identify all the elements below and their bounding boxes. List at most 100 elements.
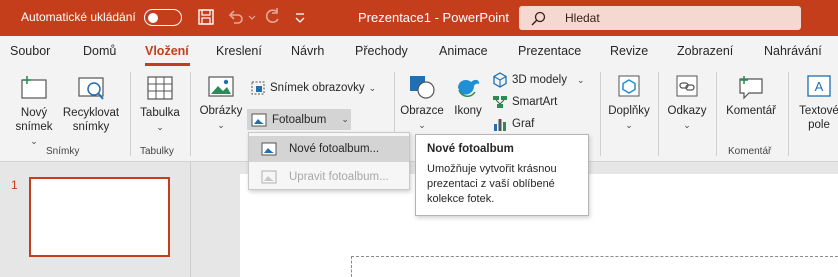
redo-icon[interactable] xyxy=(262,7,282,27)
slide-number: 1 xyxy=(11,178,18,192)
search-icon xyxy=(531,11,546,26)
undo-icon[interactable] xyxy=(226,7,246,27)
3d-models-button[interactable]: 3D modely ⌄ xyxy=(492,72,585,88)
chevron-down-icon: ⌄ xyxy=(683,120,691,130)
customize-toolbar-icon[interactable] xyxy=(290,7,310,27)
photo-album-label: Fotoalbum xyxy=(272,113,327,126)
autosave-label: Automatické ukládání xyxy=(21,10,136,24)
tab-recording[interactable]: Nahrávání xyxy=(764,44,822,58)
table-icon xyxy=(147,76,173,100)
menu-item-new-photo-album[interactable]: Nové fotoalbum... xyxy=(249,136,409,162)
group-separator xyxy=(190,72,191,156)
photo-album-icon xyxy=(261,142,277,156)
images-button[interactable]: Obrázky ⌄ xyxy=(198,74,244,132)
pane-divider[interactable] xyxy=(190,162,191,277)
photo-album-icon xyxy=(251,113,267,126)
tab-review[interactable]: Revize xyxy=(610,44,648,58)
smartart-button[interactable]: SmartArt xyxy=(492,94,557,110)
picture-icon xyxy=(208,76,234,97)
tab-file[interactable]: Soubor xyxy=(10,44,50,58)
title-placeholder[interactable] xyxy=(351,256,838,277)
tooltip-body: Umožňuje vytvořit krásnou prezentaci z v… xyxy=(427,163,557,205)
slide-thumbnail[interactable] xyxy=(29,177,170,257)
tooltip: Nové fotoalbum Umožňuje vytvořit krásnou… xyxy=(415,134,589,216)
addins-icon xyxy=(618,75,640,97)
chevron-down-icon: ⌄ xyxy=(30,136,38,146)
document-title: Prezentace1 - PowerPoint xyxy=(358,10,510,25)
tab-transitions[interactable]: Přechody xyxy=(355,44,408,58)
chevron-down-icon: ⌄ xyxy=(576,74,585,85)
group-label-tables: Tabulky xyxy=(140,146,174,157)
3d-models-label: 3D modely xyxy=(512,74,567,86)
table-label: Tabulka xyxy=(140,107,180,119)
tooltip-title: Nové fotoalbum xyxy=(427,143,514,155)
links-button[interactable]: Odkazy ⌄ xyxy=(664,74,710,132)
menu-item-label: Upravit fotoalbum... xyxy=(289,171,389,183)
group-separator xyxy=(788,72,789,156)
shapes-label: Obrazce xyxy=(400,105,444,117)
addins-label: Doplňky xyxy=(608,105,650,117)
reuse-slides-button[interactable]: Recyklovat snímky xyxy=(60,74,122,134)
tab-slideshow[interactable]: Prezentace xyxy=(518,44,581,58)
autosave-toggle[interactable] xyxy=(144,9,182,26)
save-icon[interactable] xyxy=(196,7,216,27)
chevron-down-icon: ⌄ xyxy=(418,120,426,130)
new-slide-label-2: snímek xyxy=(15,121,53,133)
icons-label: Ikony xyxy=(454,105,482,117)
textbox-button[interactable]: A Textové pole xyxy=(794,74,838,132)
chart-button[interactable]: Graf xyxy=(492,116,534,132)
title-bar: Automatické ukládání Prezentace1 - Power… xyxy=(0,0,838,36)
search-label: Hledat xyxy=(565,11,600,25)
group-separator xyxy=(716,72,717,156)
group-label-slides: Snímky xyxy=(46,146,80,157)
photo-album-menu: Nové fotoalbum... Upravit fotoalbum... xyxy=(248,132,410,190)
tab-home[interactable]: Domů xyxy=(83,44,116,58)
links-label: Odkazy xyxy=(667,105,707,117)
chart-label: Graf xyxy=(512,118,535,130)
icons-button[interactable]: Ikony xyxy=(450,74,486,118)
textbox-icon: A xyxy=(807,75,831,97)
ribbon-tabs: Soubor Domů Vložení Kreslení Návrh Přech… xyxy=(0,36,838,66)
shapes-icon xyxy=(410,76,435,99)
edit-photo-album-icon xyxy=(261,170,277,184)
chevron-down-icon: ⌄ xyxy=(156,122,164,132)
tab-insert[interactable]: Vložení xyxy=(145,44,189,58)
bird-icon xyxy=(458,79,480,97)
group-label-comments: Komentář xyxy=(728,146,772,157)
addins-button[interactable]: Doplňky ⌄ xyxy=(605,74,653,132)
photo-album-button[interactable]: Fotoalbum ⌄ xyxy=(247,109,351,130)
svg-text:A: A xyxy=(815,79,824,94)
chevron-down-icon: ⌄ xyxy=(625,120,633,130)
tab-design[interactable]: Návrh xyxy=(291,44,324,58)
group-separator xyxy=(658,72,659,156)
images-label: Obrázky xyxy=(199,105,243,117)
cube-icon xyxy=(493,72,507,88)
chevron-down-icon: ⌄ xyxy=(217,120,225,130)
reuse-slides-label-1: Recyklovat xyxy=(62,107,120,119)
tab-draw[interactable]: Kreslení xyxy=(216,44,262,58)
tab-animations[interactable]: Animace xyxy=(439,44,488,58)
comment-label: Komentář xyxy=(726,105,776,117)
comment-icon xyxy=(739,76,763,100)
new-slide-label-1: Nový xyxy=(20,107,48,119)
new-slide-icon xyxy=(21,76,47,99)
search-box[interactable]: Hledat xyxy=(519,6,801,30)
link-icon xyxy=(676,75,698,97)
screenshot-label: Snímek obrazovky xyxy=(270,82,365,94)
shapes-button[interactable]: Obrazce ⌄ xyxy=(398,74,446,132)
textbox-label-1: Textové xyxy=(799,105,838,117)
menu-item-label: Nové fotoalbum... xyxy=(289,143,380,155)
reuse-slides-icon xyxy=(78,77,104,100)
group-separator xyxy=(600,72,601,156)
tab-view[interactable]: Zobrazení xyxy=(677,44,733,58)
chevron-down-icon: ⌄ xyxy=(368,82,377,93)
reuse-slides-label-2: snímky xyxy=(72,121,110,133)
screenshot-icon xyxy=(251,81,265,95)
chart-icon xyxy=(494,119,506,131)
screenshot-button[interactable]: Snímek obrazovky ⌄ xyxy=(250,80,376,96)
menu-item-edit-photo-album[interactable]: Upravit fotoalbum... xyxy=(249,164,409,190)
table-button[interactable]: Tabulka ⌄ xyxy=(137,74,183,134)
smartart-icon xyxy=(493,96,507,108)
comment-button[interactable]: Komentář xyxy=(722,74,780,118)
new-slide-button[interactable]: Nový snímek ⌄ xyxy=(14,74,54,148)
